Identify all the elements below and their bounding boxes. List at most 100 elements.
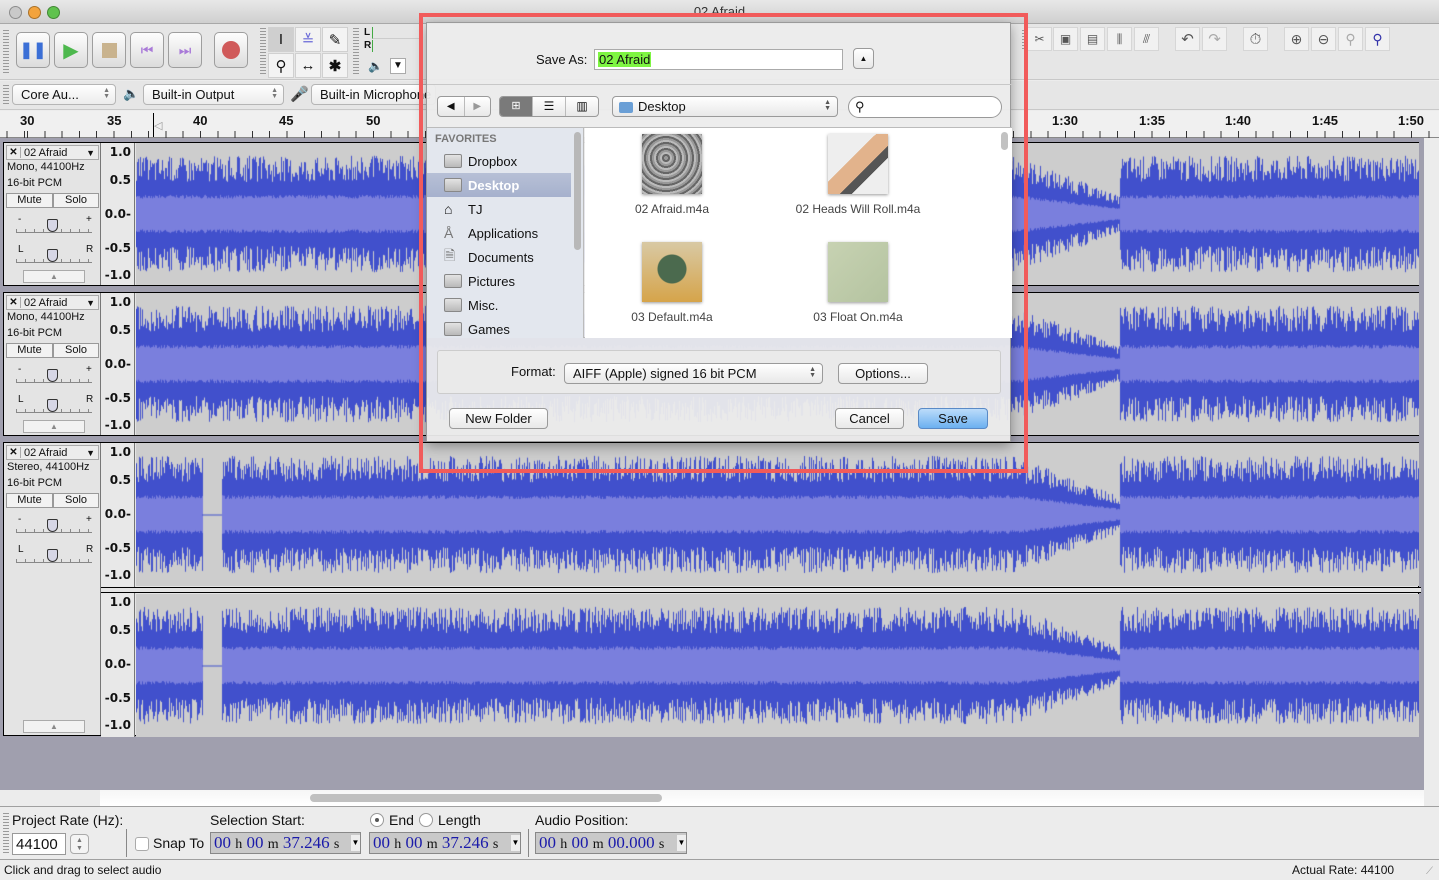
track-name-menu[interactable]: ✕ 02 Afraid ▼ — [6, 445, 99, 460]
amplitude-label: 0.5 — [109, 623, 131, 637]
meter-grip[interactable] — [353, 28, 359, 76]
timeshift-tool[interactable]: ↔ — [295, 53, 321, 78]
format-dropdown[interactable]: ▼ — [511, 835, 520, 851]
split-button[interactable]: ⫼ — [1107, 27, 1132, 51]
silence-button[interactable]: ▤ — [1080, 27, 1105, 51]
pan-slider-thumb[interactable] — [47, 249, 58, 262]
selection-end-time[interactable]: 00 h 00 m 37.246 s ▼ — [369, 832, 521, 854]
track-name: 02 Afraid — [24, 146, 68, 159]
channel-separator[interactable] — [101, 587, 1421, 593]
track-name-menu[interactable]: ✕ 02 Afraid ▼ — [6, 145, 99, 160]
gain-slider-thumb[interactable] — [47, 219, 58, 232]
amplitude-label: 1.0 — [109, 595, 131, 609]
gain-slider-thumb[interactable] — [47, 369, 58, 382]
fit-selection-button[interactable]: ⚲ — [1338, 27, 1363, 51]
zoom-tool[interactable]: ⚲ — [268, 53, 294, 78]
end-radio[interactable] — [370, 813, 384, 827]
mute-button[interactable]: Mute — [6, 493, 53, 508]
amplitude-label: 0.5 — [109, 323, 131, 337]
audio-host-select[interactable]: Core Au... ▲ ▼ — [12, 84, 116, 105]
close-track-icon[interactable]: ✕ — [7, 147, 21, 158]
track-name: 02 Afraid — [24, 296, 68, 309]
pan-slider[interactable] — [16, 249, 92, 263]
hours-value: 00 — [539, 833, 556, 852]
scrollbar-thumb[interactable] — [310, 794, 662, 802]
stopwatch-icon: ⏱ — [1249, 30, 1262, 48]
track-name-menu[interactable]: ✕ 02 Afraid ▼ — [6, 295, 99, 310]
audio-position-time[interactable]: 00 h 00 m 00.000 s ▼ — [535, 832, 687, 854]
waveform-right-channel[interactable] — [136, 594, 1419, 737]
pan-slider-thumb[interactable] — [47, 549, 58, 562]
redo-button[interactable]: ↷ — [1202, 27, 1227, 51]
toolbar-grip[interactable] — [3, 30, 9, 74]
snap-to-checkbox[interactable] — [135, 837, 149, 851]
track-control-panel: ✕ 02 Afraid ▼ Mono, 44100Hz 16-bit PCM M… — [4, 293, 101, 435]
collapse-track-button[interactable]: ▲ — [23, 420, 85, 433]
zoom-out-button[interactable]: ⊖ — [1311, 27, 1336, 51]
close-track-icon[interactable]: ✕ — [7, 297, 21, 308]
radio-dot-icon — [375, 818, 379, 822]
track-format: Stereo, 44100Hz — [7, 461, 90, 473]
stop-button[interactable] — [92, 32, 126, 68]
undo-button[interactable]: ↶ — [1175, 27, 1200, 51]
pan-slider[interactable] — [16, 399, 92, 413]
collapse-track-button[interactable]: ▲ — [23, 720, 85, 733]
meter-left-bar[interactable] — [372, 27, 422, 39]
length-radio[interactable] — [419, 813, 433, 827]
track-3: ✕ 02 Afraid ▼ Stereo, 44100Hz 16-bit PCM… — [3, 442, 1421, 737]
multi-tool[interactable]: ✱ — [322, 53, 348, 78]
input-device-select[interactable]: Built-in Microphone — [311, 84, 436, 105]
skip-start-button[interactable]: ⏮ — [130, 32, 164, 68]
output-device-select[interactable]: Built-in Output ▲ ▼ — [143, 84, 284, 105]
skip-end-button[interactable]: ⏭ — [168, 32, 202, 68]
fit-project-button[interactable]: ⚲ — [1365, 27, 1390, 51]
gain-slider[interactable] — [16, 369, 92, 383]
format-dropdown[interactable]: ▼ — [677, 835, 686, 851]
draw-tool[interactable]: ✎ — [322, 27, 348, 52]
ruler-tick-label: 1:45 — [1312, 113, 1339, 128]
zoom-in-button[interactable]: ⊕ — [1284, 27, 1309, 51]
meter-right-bar[interactable] — [372, 40, 422, 52]
trim-button[interactable]: ▣ — [1053, 27, 1078, 51]
gain-slider[interactable] — [16, 219, 92, 233]
solo-button[interactable]: Solo — [53, 343, 99, 358]
meter-dropdown[interactable]: ▼ — [390, 58, 406, 74]
sync-lock-button[interactable]: ⏱ — [1243, 27, 1268, 51]
envelope-tool[interactable]: ≚ — [295, 27, 321, 52]
audio-host-value: Core Au... — [21, 87, 79, 102]
format-dropdown[interactable]: ▼ — [351, 835, 360, 851]
mute-button[interactable]: Mute — [6, 343, 53, 358]
snap-to-label: Snap To — [153, 835, 205, 851]
ibeam-icon: I — [278, 31, 284, 48]
solo-button[interactable]: Solo — [53, 193, 99, 208]
join-button[interactable]: ⫻ — [1134, 27, 1159, 51]
track-control-panel: ✕ 02 Afraid ▼ Mono, 44100Hz 16-bit PCM M… — [4, 143, 101, 285]
cut-preview-button[interactable]: ✂ — [1027, 27, 1052, 51]
selection-tool[interactable]: I — [268, 27, 294, 52]
project-rate-input[interactable]: 44100 — [12, 833, 66, 855]
speaker-icon: 🔈 — [368, 59, 383, 73]
amplitude-label: -1.0 — [104, 568, 131, 582]
play-button[interactable]: ▶ — [54, 32, 88, 68]
pan-slider-thumb[interactable] — [47, 399, 58, 412]
mute-button[interactable]: Mute — [6, 193, 53, 208]
amplitude-label: 0.0- — [104, 507, 131, 521]
resize-grip-icon[interactable]: ⟋ — [1426, 866, 1433, 877]
close-track-icon[interactable]: ✕ — [7, 447, 21, 458]
gain-slider-thumb[interactable] — [47, 519, 58, 532]
solo-button[interactable]: Solo — [53, 493, 99, 508]
tools-grip[interactable] — [260, 28, 266, 76]
device-grip[interactable] — [3, 85, 9, 105]
pause-button[interactable]: ❚❚ — [16, 32, 50, 68]
vertical-scrollbar[interactable] — [1424, 138, 1439, 806]
record-button[interactable] — [214, 32, 248, 68]
ruler-tick-label: 40 — [193, 113, 208, 128]
selection-grip[interactable] — [3, 813, 9, 855]
collapse-track-button[interactable]: ▲ — [23, 270, 85, 283]
pan-slider[interactable] — [16, 549, 92, 563]
ruler-tick-label: 35 — [107, 113, 122, 128]
horizontal-scrollbar[interactable] — [100, 790, 1424, 806]
selection-start-time[interactable]: 00 h 00 m 37.246 s ▼ — [210, 832, 361, 854]
gain-slider[interactable] — [16, 519, 92, 533]
project-rate-stepper[interactable]: ▲ ▼ — [70, 834, 89, 854]
